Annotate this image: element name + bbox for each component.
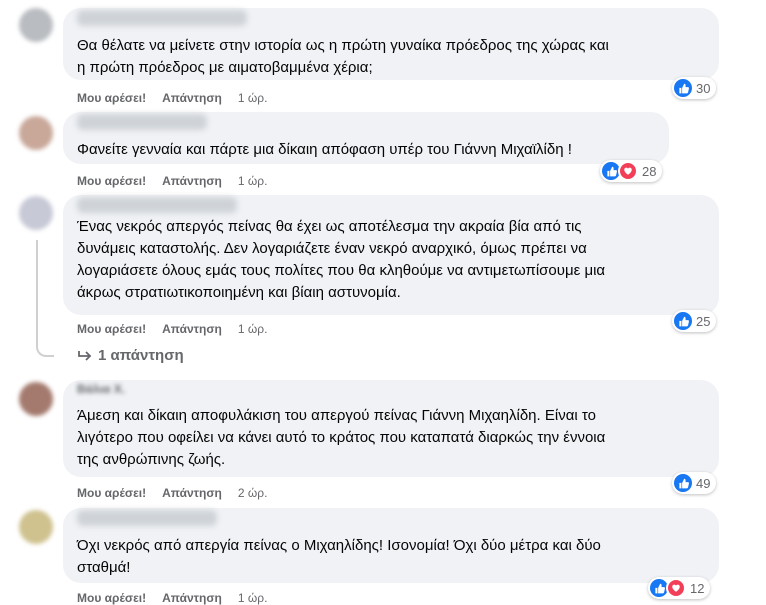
comment-bubble: Ένας νεκρός απεργός πείνας θα έχει ως απ… (63, 195, 719, 315)
author-name-blurred[interactable] (77, 510, 217, 526)
avatar[interactable] (19, 510, 53, 544)
reply-button[interactable]: Απάντηση (162, 174, 222, 188)
author-name-blurred[interactable] (77, 114, 207, 130)
comment-text: Άμεση και δίκαιη αποφυλάκιση του απεργού… (77, 407, 606, 468)
comment-actions: Μου αρέσει! Απάντηση 1 ώρ. (77, 91, 283, 105)
reaction-summary[interactable]: 25 (672, 310, 717, 332)
avatar[interactable] (19, 196, 53, 230)
timestamp[interactable]: 1 ώρ. (238, 322, 268, 336)
reaction-summary[interactable]: 49 (672, 472, 717, 494)
comment-text: Θα θέλατε να μείνετε στην ιστορία ως η π… (77, 37, 609, 76)
reply-button[interactable]: Απάντηση (162, 322, 222, 336)
reaction-count: 25 (696, 313, 711, 329)
reply-button[interactable]: Απάντηση (162, 486, 222, 500)
comment-bubble: Θα θέλατε να μείνετε στην ιστορία ως η π… (63, 8, 719, 80)
comment-text: Φανείτε γενναία και πάρτε μια δίκαιη από… (77, 141, 572, 158)
like-icon (674, 474, 692, 492)
reply-arrow-icon (78, 350, 92, 361)
reply-button[interactable]: Απάντηση (162, 91, 222, 105)
avatar[interactable] (19, 382, 53, 416)
love-icon (618, 161, 638, 181)
comment-actions: Μου αρέσει! Απάντηση 1 ώρ. (77, 174, 283, 188)
view-replies-link[interactable]: 1 απάντηση (78, 347, 184, 364)
comment-actions: Μου αρέσει! Απάντηση 2 ώρ. (77, 486, 283, 500)
reaction-summary[interactable]: 28 (600, 160, 663, 182)
comment-text: Όχι νεκρός από απεργία πείνας ο Μιχαηλίδ… (77, 537, 601, 576)
reaction-count: 49 (696, 475, 711, 491)
like-button[interactable]: Μου αρέσει! (77, 174, 146, 188)
like-icon (674, 79, 692, 97)
reaction-summary[interactable]: 30 (672, 77, 717, 99)
timestamp[interactable]: 1 ώρ. (238, 174, 268, 188)
like-button[interactable]: Μου αρέσει! (77, 591, 146, 605)
reaction-summary[interactable]: 12 (648, 577, 711, 599)
author-name-blurred[interactable]: Βάλια Χ. (77, 382, 125, 396)
timestamp[interactable]: 1 ώρ. (238, 91, 268, 105)
timestamp[interactable]: 2 ώρ. (238, 486, 268, 500)
author-name-blurred[interactable] (77, 10, 247, 26)
like-button[interactable]: Μου αρέσει! (77, 486, 146, 500)
reply-button[interactable]: Απάντηση (162, 591, 222, 605)
love-icon (666, 578, 686, 598)
like-button[interactable]: Μου αρέσει! (77, 322, 146, 336)
comment-actions: Μου αρέσει! Απάντηση 1 ώρ. (77, 322, 283, 336)
like-icon (674, 312, 692, 330)
comment-bubble: Όχι νεκρός από απεργία πείνας ο Μιχαηλίδ… (63, 508, 719, 583)
comment-bubble: Βάλια Χ. Άμεση και δίκαιη αποφυλάκιση το… (63, 380, 719, 477)
avatar[interactable] (19, 8, 53, 42)
comment-bubble: Φανείτε γενναία και πάρτε μια δίκαιη από… (63, 112, 669, 164)
reaction-count: 12 (690, 580, 705, 596)
reaction-count: 28 (642, 163, 657, 179)
comment-actions: Μου αρέσει! Απάντηση 1 ώρ. (77, 591, 283, 605)
avatar[interactable] (19, 116, 53, 150)
like-button[interactable]: Μου αρέσει! (77, 91, 146, 105)
thread-connector (36, 240, 54, 357)
comment-text: Ένας νεκρός απεργός πείνας θα έχει ως απ… (77, 218, 606, 301)
replies-count-label[interactable]: 1 απάντηση (98, 347, 184, 364)
reaction-count: 30 (696, 80, 711, 96)
author-name-blurred[interactable] (77, 197, 237, 213)
timestamp[interactable]: 1 ώρ. (238, 591, 268, 605)
